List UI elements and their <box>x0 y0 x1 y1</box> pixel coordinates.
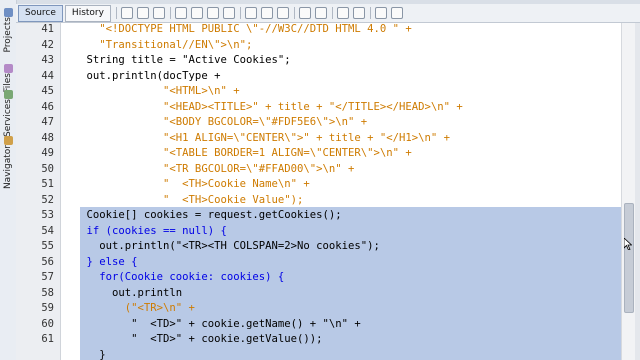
shift-left-icon[interactable] <box>298 7 311 19</box>
last-edit-icon[interactable] <box>120 7 133 19</box>
toolbar-separator <box>169 7 171 19</box>
shift-right-icon[interactable] <box>314 7 327 19</box>
line-number-gutter: 41 42 43 44 45 46 47 48 49 50 51 52 53 5… <box>16 23 61 360</box>
line-number: 45 <box>41 85 54 97</box>
comment-icon[interactable] <box>374 7 387 19</box>
projects-icon <box>3 8 13 17</box>
find-next-icon[interactable] <box>190 7 203 19</box>
start-macro-icon[interactable] <box>336 7 349 19</box>
toolbar-separator <box>293 7 295 19</box>
line-number: 50 <box>41 162 54 175</box>
line-number: 55 <box>41 240 54 252</box>
code-line[interactable]: } else { <box>61 255 138 271</box>
code-line[interactable]: "<TR BGCOLOR=\"#FFAD00\">\n" + <box>61 162 354 178</box>
toolbar-separator <box>239 7 241 19</box>
mouse-cursor-icon <box>624 238 632 250</box>
side-tab-projects[interactable]: Projects <box>0 6 16 52</box>
line-number: 43 <box>41 54 54 66</box>
line-number: 59 <box>41 302 54 314</box>
toolbar-separator <box>115 7 117 19</box>
toggle-bookmark-icon[interactable] <box>276 7 289 19</box>
code-editor[interactable]: "<!DOCTYPE HTML PUBLIC \"-//W3C//DTD HTM… <box>61 23 621 360</box>
line-number: 53 <box>41 209 54 221</box>
line-number: 58 <box>41 286 54 299</box>
code-line[interactable]: out.println <box>61 286 182 302</box>
side-tab-projects-label: Projects <box>3 17 13 53</box>
code-line[interactable]: "<H1 ALIGN=\"CENTER\">" + title + "</H1>… <box>61 131 450 147</box>
services-icon <box>3 90 13 99</box>
code-line[interactable]: " <TD>" + cookie.getValue()); <box>61 332 322 348</box>
code-line[interactable]: out.println("<TR><TH COLSPAN=2>No cookie… <box>61 239 380 255</box>
find-previous-icon[interactable] <box>174 7 187 19</box>
files-icon <box>3 64 13 73</box>
toolbar-separator <box>331 7 333 19</box>
navigator-icon <box>3 136 13 145</box>
code-line[interactable]: String title = "Active Cookies"; <box>61 53 291 69</box>
side-tab-services-label: Services <box>3 99 13 137</box>
side-tab-navigator-label: Navigator <box>3 145 13 190</box>
history-tab-button[interactable]: History <box>64 4 111 22</box>
toolbar-separator <box>369 7 371 19</box>
code-line[interactable]: "<HEAD><TITLE>" + title + "</TITLE></HEA… <box>61 100 463 116</box>
line-number: 49 <box>41 147 54 159</box>
scrollbar-thumb[interactable] <box>624 203 634 313</box>
code-line[interactable]: "<BODY BGCOLOR=\"#FDF5E6\">\n" + <box>61 115 367 131</box>
line-number: 61 <box>41 333 54 345</box>
code-line[interactable]: for(Cookie cookie: cookies) { <box>61 270 284 286</box>
code-line[interactable]: " <TH>Cookie Value"); <box>61 193 303 209</box>
line-number: 56 <box>41 255 54 268</box>
forward-icon[interactable] <box>152 7 165 19</box>
editor-toolbar: Source History <box>16 4 640 23</box>
find-selection-icon[interactable] <box>206 7 219 19</box>
side-panel-strip: Projects Files Services Navigator <box>0 0 17 360</box>
toggle-highlight-icon[interactable] <box>222 7 235 19</box>
code-line[interactable]: "<TABLE BORDER=1 ALIGN=\"CENTER\">\n" + <box>61 146 412 162</box>
line-number: 57 <box>41 271 54 283</box>
line-number: 42 <box>41 38 54 51</box>
vertical-scrollbar[interactable] <box>621 23 636 360</box>
next-bookmark-icon[interactable] <box>260 7 273 19</box>
code-line[interactable]: " <TD>" + cookie.getName() + "\n" + <box>61 317 361 333</box>
code-line[interactable]: } <box>61 348 105 360</box>
uncomment-icon[interactable] <box>390 7 403 19</box>
line-number: 41 <box>41 23 54 35</box>
code-line[interactable]: out.println(docType + <box>61 69 221 85</box>
previous-bookmark-icon[interactable] <box>244 7 257 19</box>
side-tab-services[interactable]: Services <box>0 88 16 137</box>
line-number: 46 <box>41 100 54 113</box>
line-number: 54 <box>41 224 54 237</box>
code-line[interactable]: "<!DOCTYPE HTML PUBLIC \"-//W3C//DTD HTM… <box>61 23 412 38</box>
back-icon[interactable] <box>136 7 149 19</box>
line-number: 47 <box>41 116 54 128</box>
code-line[interactable]: "Transitional//EN\">\n"; <box>61 38 252 54</box>
error-stripe <box>635 23 640 360</box>
line-number: 48 <box>41 131 54 144</box>
line-number: 60 <box>41 317 54 330</box>
line-number: 52 <box>41 193 54 206</box>
side-tab-navigator[interactable]: Navigator <box>0 134 16 189</box>
stop-macro-icon[interactable] <box>352 7 365 19</box>
line-number: 51 <box>41 178 54 190</box>
source-tab-button[interactable]: Source <box>18 4 63 22</box>
code-line[interactable]: "<HTML>\n" + <box>61 84 240 100</box>
line-number: 44 <box>41 69 54 82</box>
code-line[interactable]: " <TH>Cookie Name\n" + <box>61 177 310 193</box>
code-line[interactable]: ("<TR>\n" + <box>61 301 195 317</box>
code-line[interactable]: if (cookies == null) { <box>61 224 227 240</box>
code-line[interactable]: Cookie[] cookies = request.getCookies(); <box>61 208 342 224</box>
